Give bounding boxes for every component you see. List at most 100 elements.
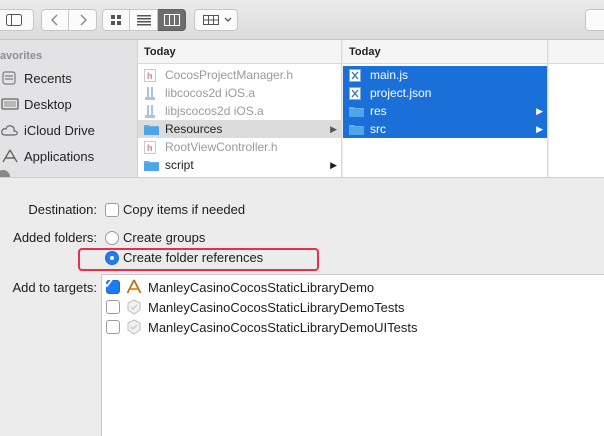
- forward-button[interactable]: [69, 9, 97, 31]
- chevron-down-icon: [224, 17, 232, 22]
- library-file-icon: [144, 86, 158, 100]
- copy-items-label: Copy items if needed: [123, 202, 246, 217]
- toolbar-edge-button[interactable]: [585, 9, 604, 31]
- browser-column-3: [549, 40, 604, 177]
- column-1-header: Today: [138, 40, 341, 64]
- sidebar-item-label: Desktop: [24, 96, 72, 112]
- column-3-header: [549, 40, 604, 64]
- list-item-label: src: [370, 122, 386, 136]
- folder-icon: [144, 123, 159, 136]
- list-item[interactable]: src ▶: [343, 120, 547, 138]
- view-mode-control: [102, 9, 186, 31]
- list-icon: [136, 15, 151, 26]
- create-folder-references-label: Create folder references: [123, 250, 264, 265]
- recents-icon: [1, 71, 21, 85]
- target-name: ManleyCasinoCocosStaticLibraryDemoTests: [148, 299, 405, 315]
- header-file-icon: h: [144, 140, 158, 154]
- sidebar-item-applications[interactable]: Applications: [0, 145, 94, 167]
- destination-label: Destination:: [28, 202, 97, 217]
- folder-icon: [349, 123, 364, 136]
- arrange-grid-icon: [203, 15, 219, 25]
- list-item-label: res: [370, 104, 387, 118]
- target-row[interactable]: ManleyCasinoCocosStaticLibraryDemoTests: [102, 297, 604, 317]
- list-item[interactable]: res ▶: [343, 102, 547, 120]
- disclosure-arrow-icon: ▶: [330, 124, 337, 134]
- svg-text:h: h: [147, 143, 153, 153]
- folder-icon: [144, 159, 159, 172]
- folder-icon: [349, 105, 364, 118]
- sidebar-item-label: iCloud Drive: [24, 122, 95, 138]
- json-file-icon: [349, 86, 363, 100]
- arrange-menu-button[interactable]: [194, 9, 238, 31]
- target-checkbox[interactable]: [106, 320, 120, 334]
- list-item-label: main.js: [370, 68, 409, 82]
- sidebar-item-label: Applications: [24, 148, 95, 164]
- list-item-label: libcocos2d iOS.a: [165, 86, 256, 100]
- list-item-label: script: [165, 158, 194, 172]
- copy-items-checkbox[interactable]: [105, 203, 119, 217]
- create-folder-references-radio[interactable]: [105, 251, 119, 265]
- target-checkbox[interactable]: [106, 300, 120, 314]
- list-item[interactable]: main.js: [343, 66, 547, 84]
- create-groups-radio[interactable]: [105, 231, 119, 245]
- targets-list: ManleyCasinoCocosStaticLibraryDemo Manle…: [101, 274, 604, 436]
- js-file-icon: [349, 68, 363, 82]
- toolbar: [0, 0, 604, 40]
- header-file-icon: h: [144, 68, 158, 82]
- list-item[interactable]: h RootViewController.h: [138, 138, 341, 156]
- library-file-icon: [144, 104, 158, 118]
- applications-icon: [1, 149, 21, 163]
- list-item-label: libjscocos2d iOS.a: [165, 104, 264, 118]
- sidebar-partial-icon: [0, 170, 10, 177]
- cloud-icon: [1, 123, 21, 137]
- create-groups-label: Create groups: [123, 230, 206, 245]
- sidebar-icon: [6, 14, 22, 26]
- list-item[interactable]: script ▶: [138, 156, 341, 174]
- target-name: ManleyCasinoCocosStaticLibraryDemoUITest…: [148, 319, 418, 335]
- icon-grid-icon: [111, 15, 121, 25]
- target-row[interactable]: ManleyCasinoCocosStaticLibraryDemoUITest…: [102, 317, 604, 337]
- app-target-icon: [126, 279, 142, 295]
- columns-icon: [163, 14, 180, 26]
- checkmark-icon: [103, 278, 113, 288]
- icon-view-button[interactable]: [102, 9, 130, 31]
- sidebar-item-label: Recents: [24, 70, 72, 86]
- test-target-icon: [126, 319, 142, 335]
- add-to-targets-label: Add to targets:: [12, 280, 97, 295]
- add-files-options-pane: Destination: Copy items if needed Added …: [0, 177, 604, 436]
- sidebar: avorites Recents Desktop iCloud Drive Ap…: [0, 40, 138, 177]
- back-button[interactable]: [41, 9, 69, 31]
- sidebar-item-icloud-drive[interactable]: iCloud Drive: [0, 119, 95, 141]
- column-view-button[interactable]: [158, 9, 186, 31]
- list-view-button[interactable]: [130, 9, 158, 31]
- chevron-right-icon: [79, 14, 87, 26]
- disclosure-arrow-icon: ▶: [536, 124, 543, 134]
- browser-column-2: Today main.js project.json res ▶ src ▶: [343, 40, 548, 177]
- browser-column-1: Today h CocosProjectManager.h libcocos2d…: [138, 40, 342, 177]
- list-item[interactable]: libjscocos2d iOS.a: [138, 102, 341, 120]
- chevron-left-icon: [51, 14, 58, 26]
- test-target-icon: [126, 299, 142, 315]
- list-item[interactable]: h CocosProjectManager.h: [138, 66, 341, 84]
- target-checkbox[interactable]: [103, 278, 120, 294]
- list-item-label: RootViewController.h: [165, 140, 278, 154]
- sidebar-item-desktop[interactable]: Desktop: [0, 93, 72, 115]
- disclosure-arrow-icon: ▶: [330, 160, 337, 170]
- desktop-icon: [1, 97, 21, 111]
- disclosure-arrow-icon: ▶: [536, 106, 543, 116]
- added-folders-label: Added folders:: [13, 230, 97, 245]
- column-2-header: Today: [343, 40, 547, 64]
- sidebar-heading: avorites: [0, 50, 43, 62]
- target-row[interactable]: ManleyCasinoCocosStaticLibraryDemo: [102, 277, 604, 297]
- list-item-label: project.json: [370, 86, 432, 100]
- back-forward-control: [41, 9, 97, 31]
- list-item[interactable]: libcocos2d iOS.a: [138, 84, 341, 102]
- svg-text:h: h: [147, 71, 153, 81]
- target-name: ManleyCasinoCocosStaticLibraryDemo: [148, 279, 375, 295]
- list-item[interactable]: Resources ▶: [138, 120, 341, 138]
- list-item-label: Resources: [165, 122, 223, 136]
- sidebar-toggle-button[interactable]: [0, 9, 34, 31]
- list-item-label: CocosProjectManager.h: [165, 68, 294, 82]
- sidebar-item-recents[interactable]: Recents: [0, 67, 72, 89]
- list-item[interactable]: project.json: [343, 84, 547, 102]
